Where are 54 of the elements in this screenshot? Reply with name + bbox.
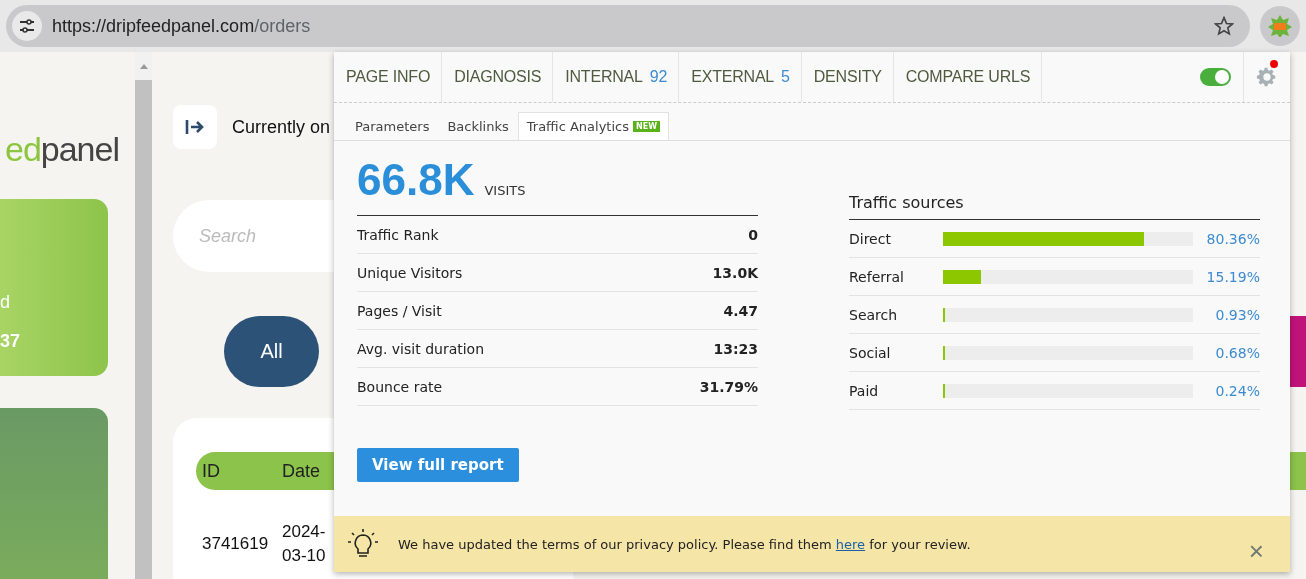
stat-value: 4.47: [723, 302, 758, 319]
source-percent: 15.19%: [1205, 268, 1260, 285]
lightbulb-icon: [346, 528, 380, 560]
arrow-icon: [185, 119, 205, 135]
stat-value: 31.79%: [699, 378, 758, 395]
close-button[interactable]: ×: [1242, 534, 1270, 568]
site-logo[interactable]: edpanel: [4, 130, 119, 169]
toggle-switch[interactable]: [1200, 68, 1231, 86]
visits-label: VISITS: [484, 183, 526, 198]
popup-tab[interactable]: INTERNAL 92: [553, 52, 680, 102]
scrollbar[interactable]: [135, 52, 152, 579]
source-percent: 80.36%: [1205, 230, 1260, 247]
card-value: 37: [0, 331, 22, 352]
sub-tab[interactable]: Parameters: [346, 112, 439, 140]
scroll-up-arrow-icon[interactable]: [139, 63, 148, 69]
table-header: [1290, 452, 1306, 490]
traffic-sources-title: Traffic sources: [849, 193, 1260, 220]
source-label: Direct: [849, 230, 892, 247]
source-percent: 0.93%: [1214, 306, 1260, 323]
stat-value: 0: [748, 226, 758, 243]
current-plan-text: Currently on: [232, 116, 331, 138]
popup-tab[interactable]: PAGE INFO: [334, 52, 443, 102]
stat-value: 13:23: [713, 340, 758, 357]
source-label: Paid: [849, 382, 880, 399]
popup-tab[interactable]: COMPARE URLS: [893, 52, 1043, 102]
notice-text: We have updated the terms of our privacy policy. Please find them here for your review.: [398, 536, 971, 552]
bookmark-star-icon[interactable]: [1214, 16, 1234, 36]
source-percent: 0.24%: [1214, 382, 1260, 399]
stat-label: Pages / Visit: [357, 302, 442, 319]
stat-label: Avg. visit duration: [357, 340, 485, 357]
column-header: Date: [282, 460, 321, 482]
popup-tab[interactable]: EXTERNAL 5: [679, 52, 802, 102]
url-text: https://dripfeedpanel.com/orders: [52, 15, 312, 37]
sub-tab[interactable]: Traffic Analytics NEW: [517, 112, 669, 140]
here-link[interactable]: here: [835, 536, 866, 552]
all-filter-button[interactable]: All: [224, 316, 319, 387]
popup-tab[interactable]: DIAGNOSIS: [442, 52, 554, 102]
card-label: d: [0, 292, 11, 313]
stat-label: Bounce rate: [357, 378, 443, 395]
stat-label: Traffic Rank: [357, 226, 439, 243]
popup-tab[interactable]: DENSITY: [801, 52, 894, 102]
source-label: Referral: [849, 268, 905, 285]
column-header: ID: [201, 460, 221, 482]
table-cell-text: 2024- 03-10: [282, 521, 326, 567]
address-bar[interactable]: https://dripfeedpanel.com/orders: [6, 5, 1250, 47]
source-percent: 0.68%: [1214, 344, 1260, 361]
extension-icon[interactable]: [1260, 6, 1300, 46]
stat-value: 13.0K: [712, 264, 758, 281]
source-label: Social: [849, 344, 892, 361]
source-label: Search: [849, 306, 899, 323]
table-cell-text: 3741619: [201, 534, 270, 554]
sub-tab[interactable]: Backlinks: [438, 112, 518, 140]
site-settings-icon[interactable]: [12, 11, 42, 41]
sidebar-toggle-button[interactable]: [173, 105, 217, 149]
